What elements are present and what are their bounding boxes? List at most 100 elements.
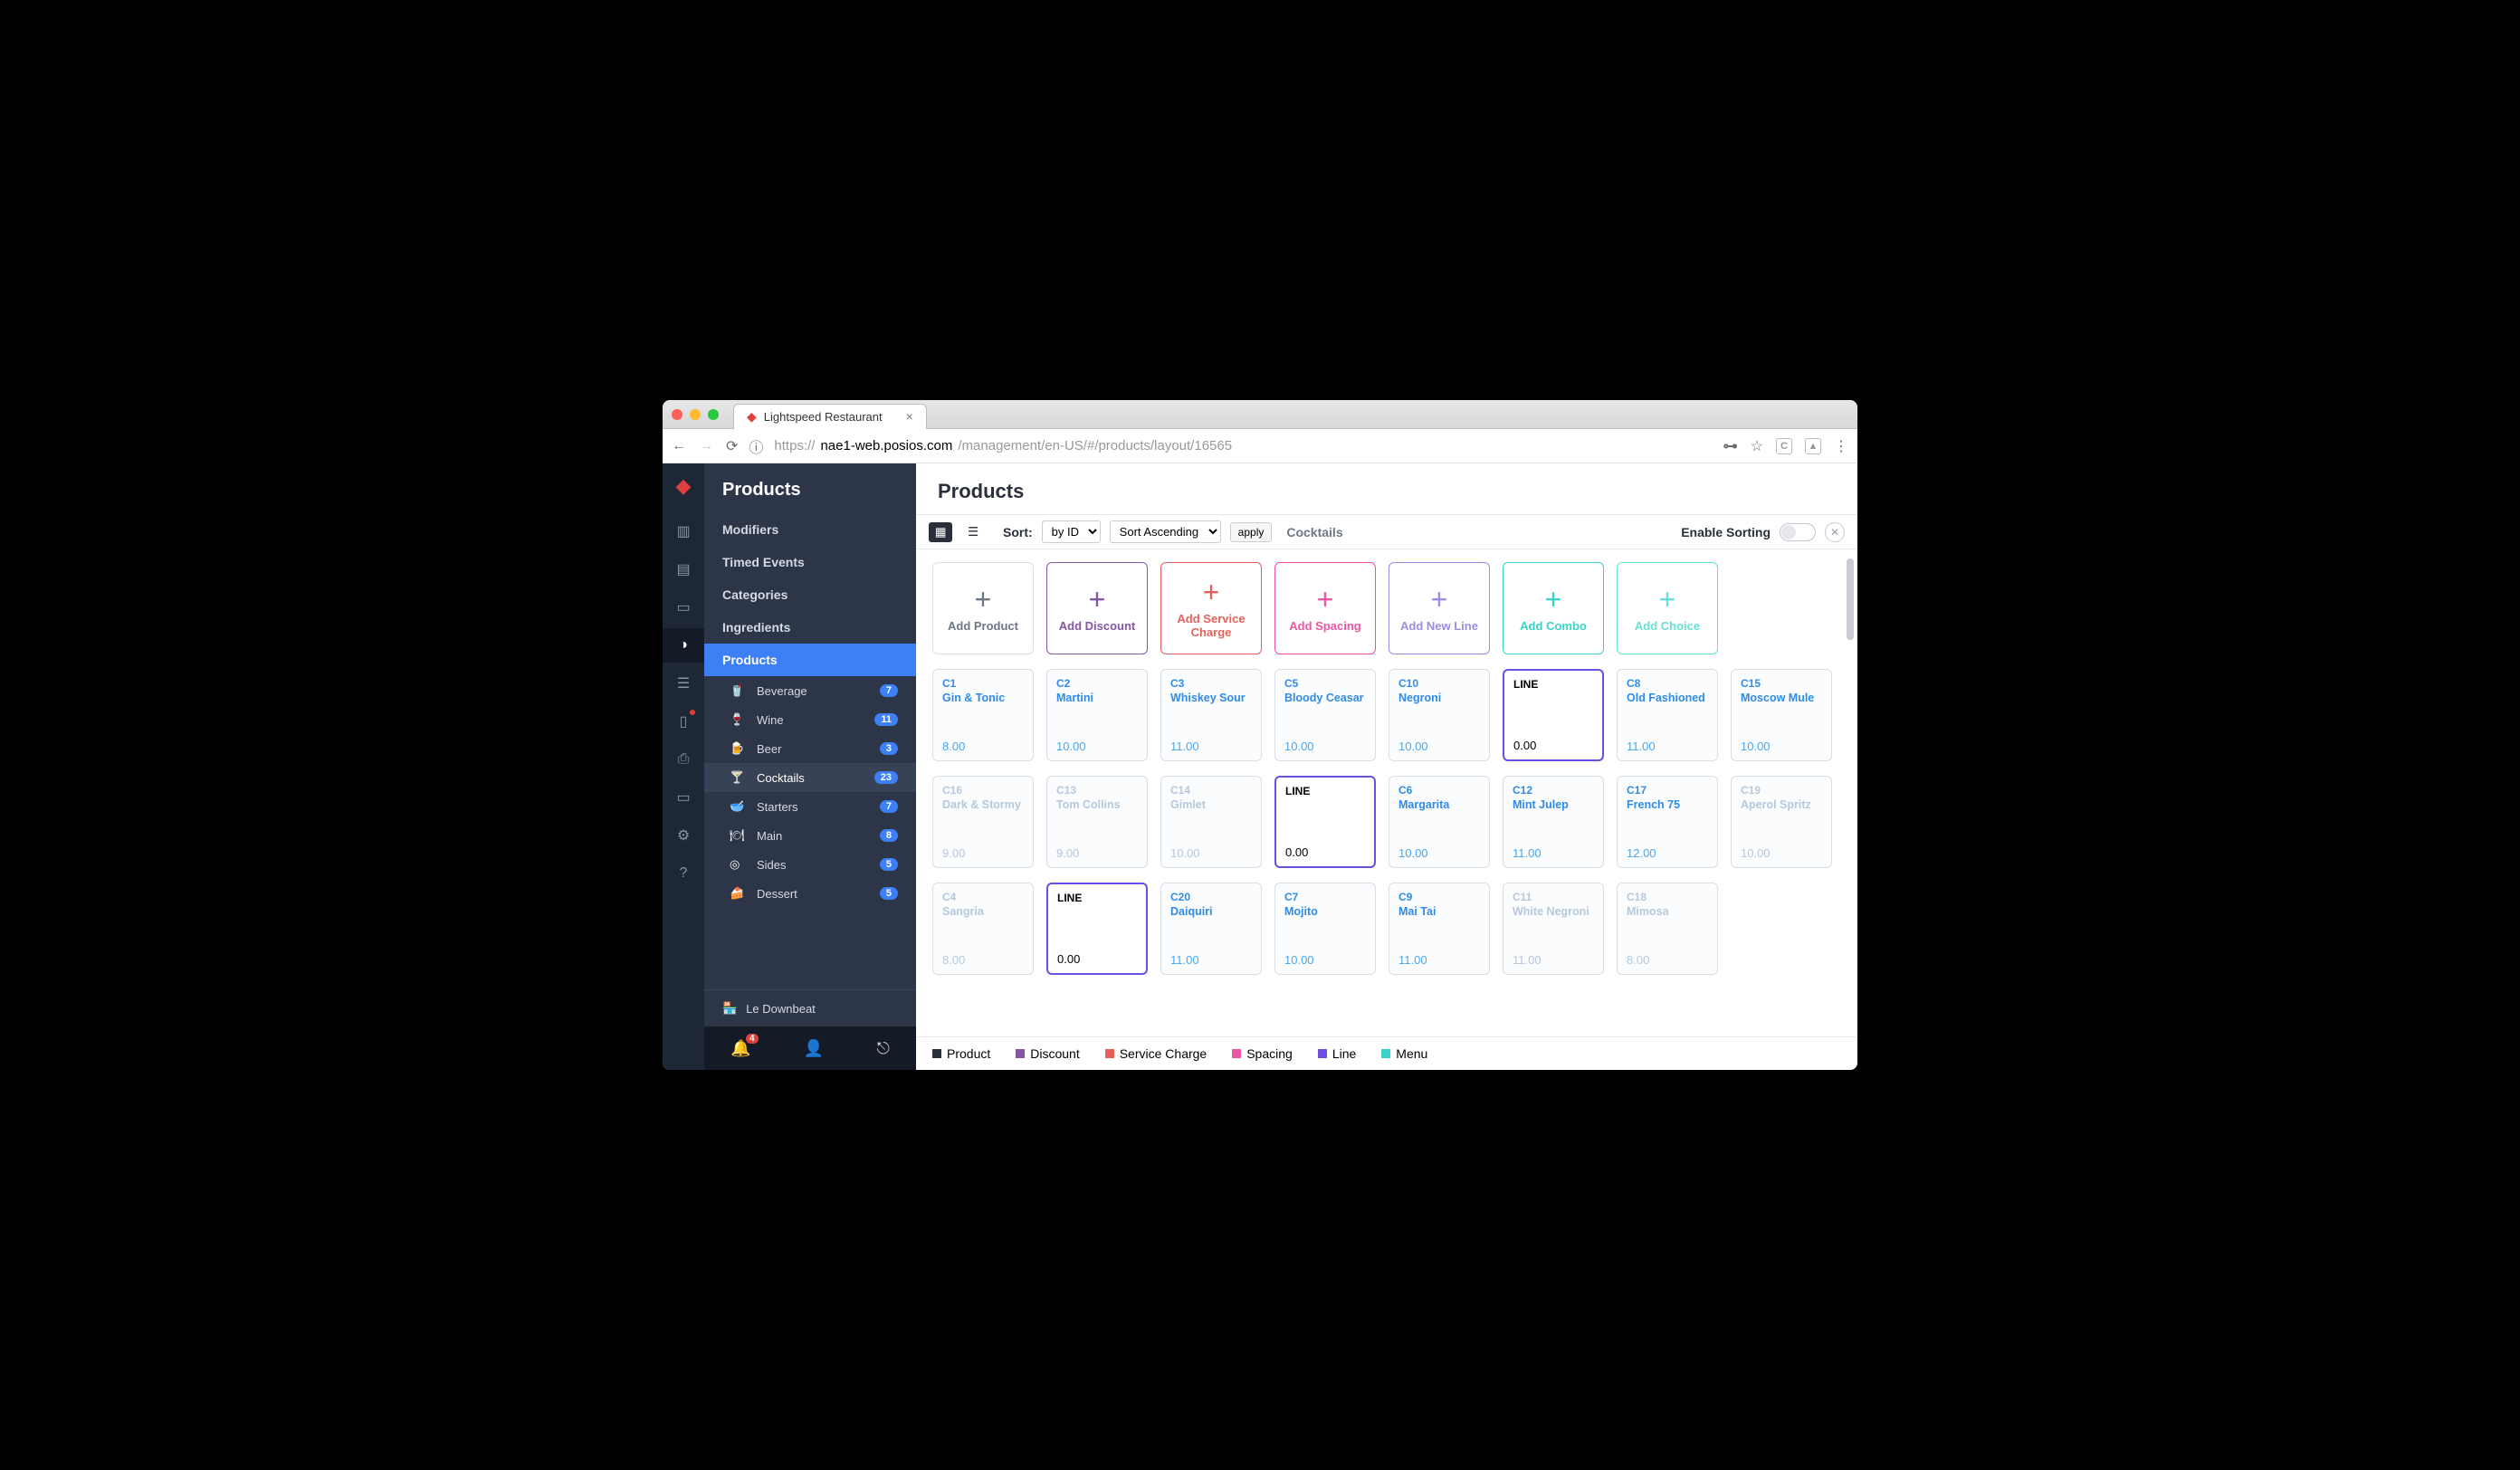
close-panel-button[interactable]: ✕ — [1825, 522, 1845, 542]
sidebar-store[interactable]: 🏪 Le Downbeat — [704, 989, 916, 1026]
url-path: /management/en-US/#/products/layout/1656… — [958, 438, 1232, 453]
category-count: 8 — [880, 829, 898, 842]
category-count: 11 — [874, 713, 898, 726]
product-card[interactable]: C3 Whiskey Sour 11.00 — [1160, 669, 1262, 761]
forward-icon[interactable]: → — [699, 438, 713, 454]
product-card[interactable]: C5 Bloody Ceasar 10.00 — [1274, 669, 1376, 761]
product-name: Moscow Mule — [1741, 692, 1822, 719]
sidebar-item-cocktails[interactable]: 🍸 Cocktails 23 — [704, 763, 916, 792]
tile-add-spacing[interactable]: + Add Spacing — [1274, 562, 1376, 654]
product-card[interactable]: C1 Gin & Tonic 8.00 — [932, 669, 1034, 761]
star-icon[interactable]: ☆ — [1751, 437, 1763, 455]
rail-settings-icon[interactable]: ⚙ — [663, 818, 704, 853]
nav-products[interactable]: Products — [704, 644, 916, 676]
nav-timed-events[interactable]: Timed Events — [704, 546, 916, 578]
product-name: Old Fashioned — [1627, 692, 1708, 719]
sidebar-title: Products — [704, 463, 916, 513]
sidebar-item-sides[interactable]: ◎ Sides 5 — [704, 850, 916, 879]
product-card[interactable]: C6 Margarita 10.00 — [1389, 776, 1490, 868]
product-card[interactable]: C9 Mai Tai 11.00 — [1389, 883, 1490, 975]
rail-products-icon[interactable]: ◑ — [663, 628, 704, 663]
product-card[interactable]: C15 Moscow Mule 10.00 — [1731, 669, 1832, 761]
line-card[interactable]: LINE 0.00 — [1503, 669, 1604, 761]
product-card[interactable]: C18 Mimosa 8.00 — [1617, 883, 1718, 975]
sidebar-bottom: 🔔 4 👤 ⎋ — [704, 1026, 916, 1070]
product-card[interactable]: C4 Sangria 8.00 — [932, 883, 1034, 975]
grid-view-button[interactable]: ▦ — [929, 522, 952, 542]
enable-sorting-toggle[interactable] — [1780, 523, 1816, 541]
product-card[interactable]: C13 Tom Collins 9.00 — [1046, 776, 1148, 868]
user-icon[interactable]: 👤 — [804, 1039, 824, 1058]
sidebar-item-main[interactable]: 🍽 Main 8 — [704, 821, 916, 850]
rail-window-icon[interactable]: ▭ — [663, 780, 704, 815]
logout-icon[interactable]: ⎋ — [877, 1039, 890, 1058]
legend-swatch — [1232, 1049, 1241, 1058]
sidebar-item-wine[interactable]: 🍷 Wine 11 — [704, 705, 916, 734]
browser-tab[interactable]: ◆ Lightspeed Restaurant × — [733, 404, 927, 429]
tile-add-combo[interactable]: + Add Combo — [1503, 562, 1604, 654]
product-card[interactable]: C7 Mojito 10.00 — [1274, 883, 1376, 975]
scrollbar[interactable] — [1847, 558, 1854, 640]
back-icon[interactable]: ← — [672, 438, 686, 454]
extension-drive-icon[interactable]: ▲ — [1805, 438, 1821, 454]
tile-add-choice[interactable]: + Add Choice — [1617, 562, 1718, 654]
rail-device-icon[interactable]: ▯ — [663, 704, 704, 739]
tile-add-product[interactable]: + Add Product — [932, 562, 1034, 654]
product-card[interactable]: C19 Aperol Spritz 10.00 — [1731, 776, 1832, 868]
product-name: Bloody Ceasar — [1284, 692, 1366, 719]
rail-print-icon[interactable]: ⎙ — [663, 742, 704, 777]
tile-add-discount[interactable]: + Add Discount — [1046, 562, 1148, 654]
rail-layers-icon[interactable]: ☰ — [663, 666, 704, 701]
sidebar: Products Modifiers Timed Events Categori… — [704, 463, 916, 1070]
line-card[interactable]: LINE 0.00 — [1046, 883, 1148, 975]
notifications-count: 4 — [746, 1034, 759, 1044]
tile-label: Add Combo — [1520, 619, 1587, 633]
close-tab-icon[interactable]: × — [906, 409, 913, 424]
product-name: Whiskey Sour — [1170, 692, 1252, 719]
minimize-window-button[interactable] — [690, 409, 701, 420]
logo-flame-icon[interactable]: ◆ — [676, 474, 692, 498]
nav-modifiers[interactable]: Modifiers — [704, 513, 916, 546]
product-card[interactable]: C17 French 75 12.00 — [1617, 776, 1718, 868]
tile-add-new-line[interactable]: + Add New Line — [1389, 562, 1490, 654]
key-icon[interactable]: ⊶ — [1723, 437, 1738, 455]
product-card[interactable]: C12 Mint Julep 11.00 — [1503, 776, 1604, 868]
sort-by-select[interactable]: by ID — [1042, 520, 1101, 543]
product-card[interactable]: C16 Dark & Stormy 9.00 — [932, 776, 1034, 868]
rail-clipboard-icon[interactable]: ▤ — [663, 552, 704, 587]
maximize-window-button[interactable] — [708, 409, 719, 420]
product-card[interactable]: C11 White Negroni 11.00 — [1503, 883, 1604, 975]
apply-button[interactable]: apply — [1230, 522, 1273, 542]
url-field[interactable]: https://nae1-web.posios.com/management/e… — [774, 438, 1712, 453]
sidebar-item-dessert[interactable]: 🍰 Dessert 5 — [704, 879, 916, 908]
rail-id-icon[interactable]: ▭ — [663, 590, 704, 625]
info-icon[interactable]: ⓘ — [749, 435, 763, 457]
notifications-button[interactable]: 🔔 4 — [730, 1039, 750, 1058]
sidebar-item-beverage[interactable]: 🥤 Beverage 7 — [704, 676, 916, 705]
rail-help-icon[interactable]: ? — [663, 856, 704, 891]
product-card[interactable]: C8 Old Fashioned 11.00 — [1617, 669, 1718, 761]
product-price: 11.00 — [1513, 953, 1594, 967]
menu-dots-icon[interactable]: ⋮ — [1834, 437, 1848, 455]
product-card[interactable]: C14 Gimlet 10.00 — [1160, 776, 1262, 868]
nav-categories[interactable]: Categories — [704, 578, 916, 611]
tile-add-service-charge[interactable]: + Add Service Charge — [1160, 562, 1262, 654]
close-window-button[interactable] — [672, 409, 682, 420]
product-card[interactable]: C10 Negroni 10.00 — [1389, 669, 1490, 761]
reload-icon[interactable]: ⟳ — [726, 437, 738, 455]
line-card[interactable]: LINE 0.00 — [1274, 776, 1376, 868]
product-code: C9 — [1398, 891, 1480, 903]
store-name: Le Downbeat — [746, 1002, 816, 1016]
sidebar-item-starters[interactable]: 🥣 Starters 7 — [704, 792, 916, 821]
rail-analytics-icon[interactable]: ▥ — [663, 514, 704, 549]
product-card[interactable]: C2 Martini 10.00 — [1046, 669, 1148, 761]
product-name: Dark & Stormy — [942, 798, 1024, 826]
list-view-button[interactable]: ☰ — [961, 522, 985, 542]
product-card[interactable]: C20 Daiquiri 11.00 — [1160, 883, 1262, 975]
nav-ingredients[interactable]: Ingredients — [704, 611, 916, 644]
sidebar-item-beer[interactable]: 🍺 Beer 3 — [704, 734, 916, 763]
sort-direction-select[interactable]: Sort Ascending — [1110, 520, 1221, 543]
extension-c-icon[interactable]: C — [1776, 438, 1792, 454]
category-label: Cocktails — [757, 771, 805, 785]
legend-discount: Discount — [1016, 1046, 1079, 1061]
